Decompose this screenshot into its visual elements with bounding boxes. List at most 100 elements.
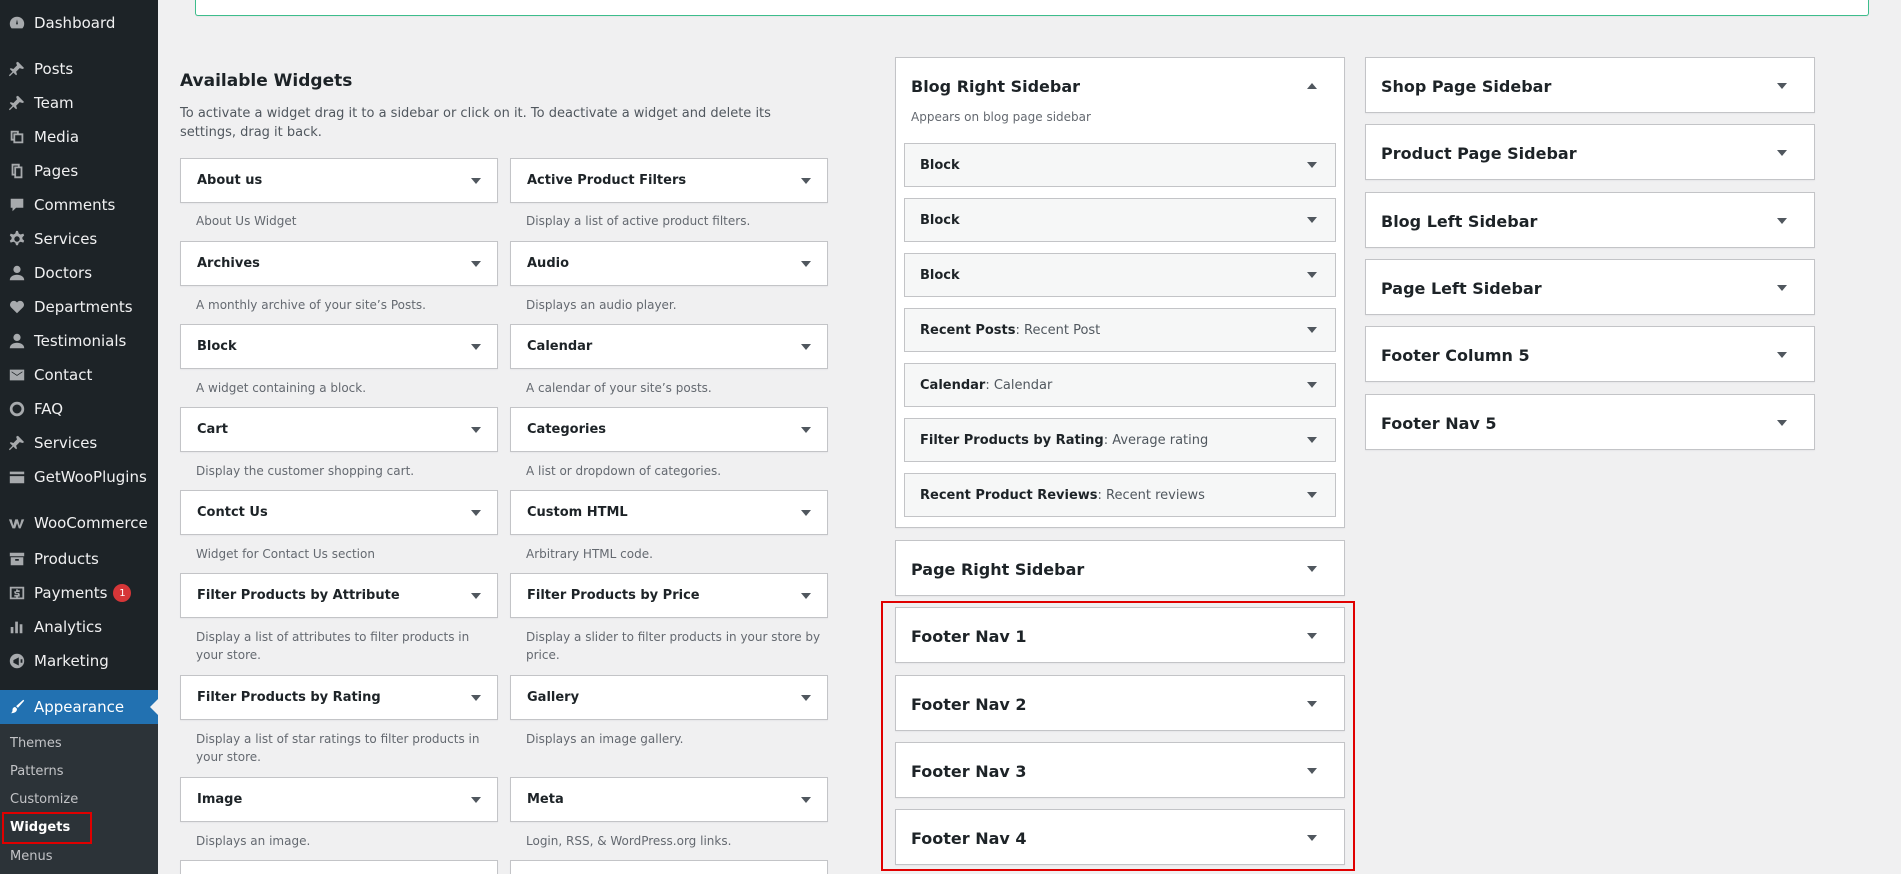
sidebar-widget[interactable]: Block — [904, 253, 1336, 297]
caret-down-icon[interactable] — [471, 796, 481, 803]
sidebar-page-right[interactable]: Page Right Sidebar — [895, 540, 1345, 596]
caret-down-icon[interactable] — [1307, 217, 1317, 223]
caret-down-icon[interactable] — [1307, 162, 1317, 168]
widget-filter-by-attribute[interactable]: Filter Products by Attribute — [180, 573, 498, 618]
menu-item-media[interactable]: Media — [0, 120, 158, 154]
sidebar-widget[interactable]: Recent Posts: Recent Post — [904, 308, 1336, 352]
caret-down-icon[interactable] — [1307, 566, 1317, 572]
caret-down-icon[interactable] — [471, 426, 481, 433]
sidebar-product-page[interactable]: Product Page Sidebar — [1365, 124, 1815, 180]
caret-down-icon[interactable] — [801, 260, 811, 267]
sidebar-footer-nav-5[interactable]: Footer Nav 5 — [1365, 394, 1815, 450]
caret-down-icon[interactable] — [1777, 285, 1787, 291]
caret-down-icon[interactable] — [1307, 327, 1317, 333]
caret-down-icon[interactable] — [471, 694, 481, 701]
menu-item-services[interactable]: Services — [0, 222, 158, 256]
available-widgets-description: To activate a widget drag it to a sideba… — [180, 106, 771, 140]
caret-up-icon[interactable] — [1307, 83, 1317, 89]
widget-meta[interactable]: Meta — [510, 777, 828, 822]
widget-title: Block — [197, 339, 237, 354]
menu-item-analytics[interactable]: Analytics — [0, 610, 158, 644]
menu-item-doctors[interactable]: Doctors — [0, 256, 158, 290]
menu-item-woocommerce[interactable]: WooCommerce — [0, 506, 158, 540]
sidebar-description: Appears on blog page sidebar — [911, 110, 1091, 124]
menu-item-payments[interactable]: Payments 1 — [0, 576, 158, 610]
caret-down-icon[interactable] — [471, 260, 481, 267]
sidebar-blog-left[interactable]: Blog Left Sidebar — [1365, 192, 1815, 248]
widget-archives[interactable]: Archives — [180, 241, 498, 286]
widget-cart[interactable]: Cart — [180, 407, 498, 452]
caret-down-icon[interactable] — [1307, 382, 1317, 388]
pin-icon — [0, 434, 34, 452]
footer-nav-highlight-box — [881, 601, 1355, 871]
menu-item-departments[interactable]: Departments — [0, 290, 158, 324]
caret-down-icon[interactable] — [1307, 437, 1317, 443]
caret-down-icon[interactable] — [801, 592, 811, 599]
widget-contct-us[interactable]: Contct Us — [180, 490, 498, 535]
widget-categories[interactable]: Categories — [510, 407, 828, 452]
caret-down-icon[interactable] — [1777, 150, 1787, 156]
sidebar-header[interactable]: Blog Right Sidebar — [896, 58, 1344, 114]
caret-down-icon[interactable] — [471, 177, 481, 184]
caret-down-icon[interactable] — [471, 592, 481, 599]
menu-item-appearance[interactable]: Appearance — [0, 690, 158, 724]
sidebar-shop-page[interactable]: Shop Page Sidebar — [1365, 57, 1815, 113]
sidebar-page-left[interactable]: Page Left Sidebar — [1365, 259, 1815, 315]
caret-down-icon[interactable] — [471, 509, 481, 516]
caret-down-icon[interactable] — [801, 796, 811, 803]
submenu-menus[interactable]: Menus — [10, 849, 52, 864]
menu-item-contact[interactable]: Contact — [0, 358, 158, 392]
dollar-icon — [0, 584, 34, 602]
email-icon — [0, 366, 34, 384]
widget-block[interactable]: Block — [180, 324, 498, 369]
widget-about-us[interactable]: About us — [180, 158, 498, 203]
widget-audio[interactable]: Audio — [510, 241, 828, 286]
sidebar-blog-right: Blog Right Sidebar Appears on blog page … — [895, 57, 1345, 528]
sidebar-widget[interactable]: Block — [904, 198, 1336, 242]
widget-calendar[interactable]: Calendar — [510, 324, 828, 369]
caret-down-icon[interactable] — [1777, 352, 1787, 358]
menu-item-pages[interactable]: Pages — [0, 154, 158, 188]
sidebar-widget[interactable]: Filter Products by Rating: Average ratin… — [904, 418, 1336, 462]
widget-custom-html[interactable]: Custom HTML — [510, 490, 828, 535]
widget-partial[interactable] — [510, 860, 828, 874]
widget-active-product-filters[interactable]: Active Product Filters — [510, 158, 828, 203]
grid-icon — [0, 468, 34, 486]
caret-down-icon[interactable] — [801, 426, 811, 433]
menu-item-testimonials[interactable]: Testimonials — [0, 324, 158, 358]
caret-down-icon[interactable] — [801, 343, 811, 350]
caret-down-icon[interactable] — [801, 694, 811, 701]
menu-item-services-2[interactable]: Services — [0, 426, 158, 460]
widget-gallery[interactable]: Gallery — [510, 675, 828, 720]
menu-item-posts[interactable]: Posts — [0, 52, 158, 86]
sidebar-widget[interactable]: Recent Product Reviews: Recent reviews — [904, 473, 1336, 517]
menu-item-products[interactable]: Products — [0, 542, 158, 576]
sidebar-widget[interactable]: Block — [904, 143, 1336, 187]
caret-down-icon[interactable] — [1777, 83, 1787, 89]
caret-down-icon[interactable] — [1777, 218, 1787, 224]
menu-item-getwooplugins[interactable]: GetWooPlugins — [0, 460, 158, 494]
widget-title: Calendar — [527, 339, 593, 354]
caret-down-icon[interactable] — [1307, 492, 1317, 498]
caret-down-icon[interactable] — [471, 343, 481, 350]
widget-filter-by-rating[interactable]: Filter Products by Rating — [180, 675, 498, 720]
caret-down-icon[interactable] — [801, 177, 811, 184]
caret-down-icon[interactable] — [1307, 272, 1317, 278]
widget-filter-by-price[interactable]: Filter Products by Price — [510, 573, 828, 618]
caret-down-icon[interactable] — [801, 509, 811, 516]
widget-title: Archives — [197, 256, 260, 271]
notice-box — [195, 0, 1869, 16]
widget-image[interactable]: Image — [180, 777, 498, 822]
caret-down-icon[interactable] — [1777, 420, 1787, 426]
submenu-themes[interactable]: Themes — [10, 736, 62, 751]
sidebar-footer-column-5[interactable]: Footer Column 5 — [1365, 326, 1815, 382]
menu-item-marketing[interactable]: Marketing — [0, 644, 158, 678]
menu-item-faq[interactable]: FAQ — [0, 392, 158, 426]
sidebar-widget[interactable]: Calendar: Calendar — [904, 363, 1336, 407]
submenu-patterns[interactable]: Patterns — [10, 764, 64, 779]
menu-item-comments[interactable]: Comments — [0, 188, 158, 222]
submenu-customize[interactable]: Customize — [10, 792, 78, 807]
widget-partial[interactable] — [180, 860, 498, 874]
menu-item-dashboard[interactable]: Dashboard — [0, 6, 158, 40]
menu-item-team[interactable]: Team — [0, 86, 158, 120]
